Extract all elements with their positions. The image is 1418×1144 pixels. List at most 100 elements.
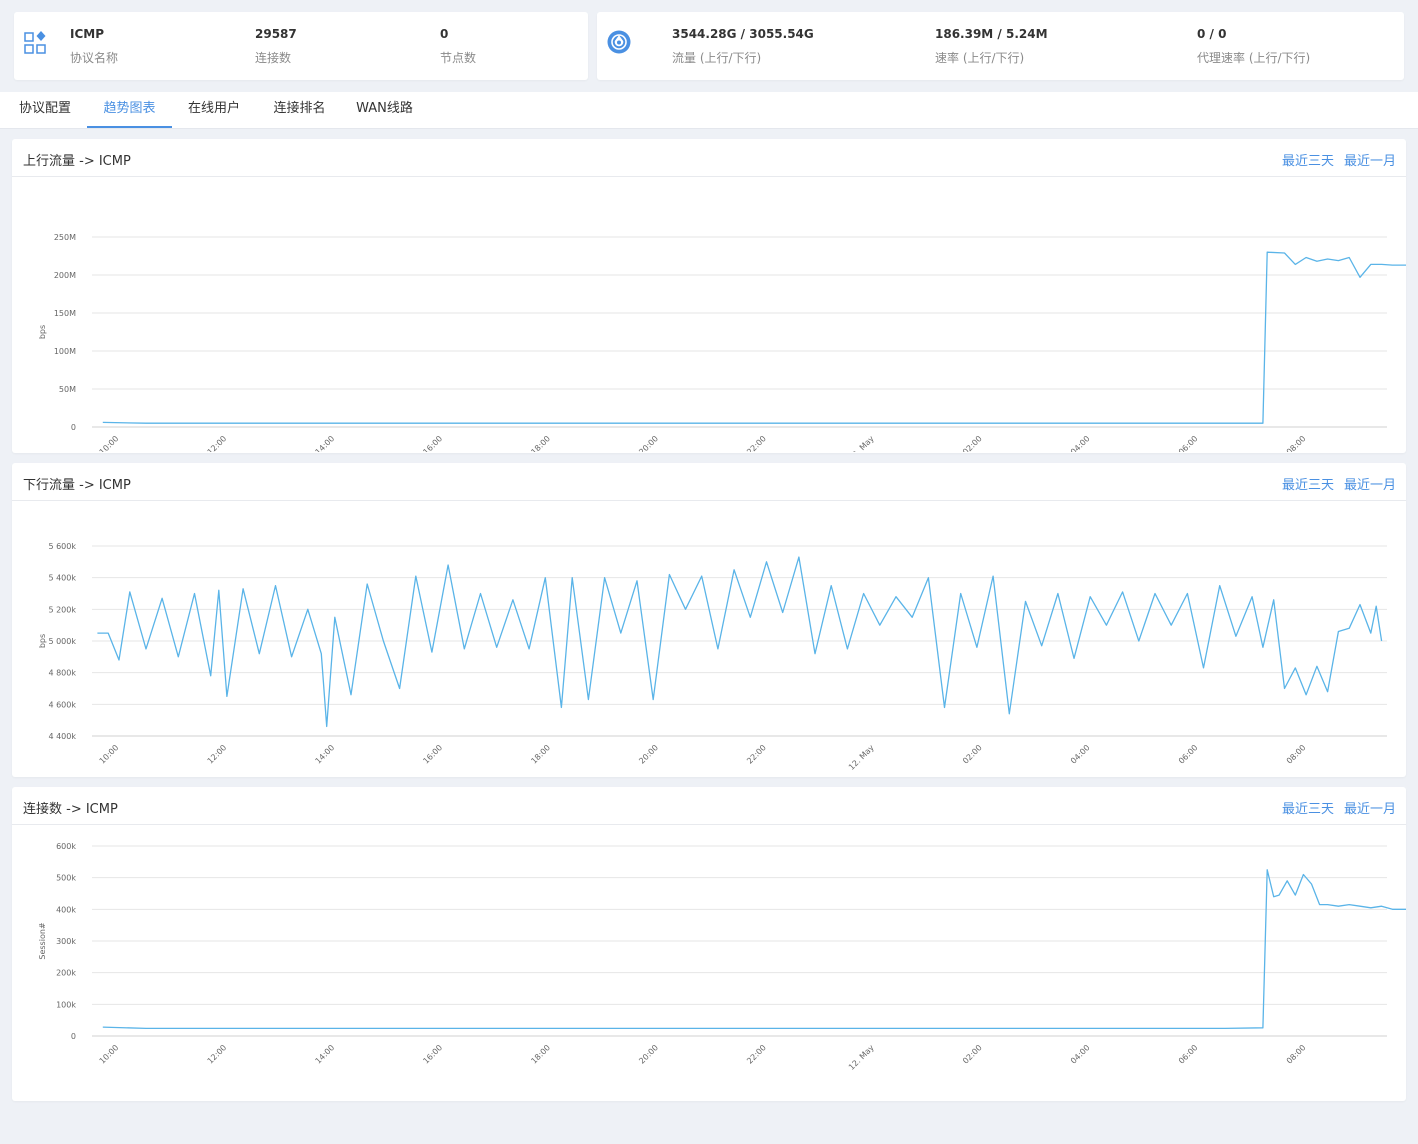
x-tick-label: 16:00 xyxy=(421,1043,444,1066)
y-axis-label: bps xyxy=(38,634,47,648)
x-tick-label: 14:00 xyxy=(314,743,337,766)
x-tick-label: 22:00 xyxy=(745,743,768,766)
traffic-drop-icon xyxy=(607,30,631,54)
x-tick-label: 20:00 xyxy=(637,743,660,766)
x-tick-label: 08:00 xyxy=(1285,434,1308,452)
apps-grid-icon xyxy=(24,31,46,54)
stat-connections: 29587 连接数 xyxy=(255,27,297,65)
last-three-days-link[interactable]: 最近三天 xyxy=(1282,474,1334,493)
y-tick-label: 150M xyxy=(54,309,76,318)
downstream-traffic-chart: 4 400k 4 600k 4 800k 5 000k 5 200k 5 400k 5 60… xyxy=(38,542,1387,772)
stat-value: 0 / 0 xyxy=(1197,27,1227,41)
x-tick: 04:00 xyxy=(1069,1043,1092,1066)
stat-rate: 186.39M / 5.24M 速率 (上行/下行) xyxy=(935,27,1048,65)
x-tick: 02:00 xyxy=(961,743,984,766)
x-tick: 10:00 xyxy=(98,1043,121,1066)
y-tick-label: 0 xyxy=(71,423,76,432)
x-tick: 08:00 xyxy=(1285,743,1308,766)
x-tick-label: 16:00 xyxy=(421,434,444,452)
last-three-days-link[interactable]: 最近三天 xyxy=(1282,798,1334,817)
x-tick-label: 12:00 xyxy=(206,434,229,452)
connections-chart: 0 100k 200k 300k 400k 500k 600k 10:00 12:00 14:00… xyxy=(38,842,1406,1072)
tab-protocol-config[interactable]: 协议配置 xyxy=(8,92,82,128)
x-tick-label: 10:00 xyxy=(98,434,121,452)
last-month-link[interactable]: 最近一月 xyxy=(1344,798,1396,817)
y-axis-label: bps xyxy=(38,325,47,339)
y-tick-label: 4 600k xyxy=(48,700,76,709)
y-tick-label: 250M xyxy=(54,233,76,242)
y-tick-label: 50M xyxy=(59,385,76,394)
x-tick: 12:00 xyxy=(206,1043,229,1066)
x-tick: 02:00 xyxy=(961,434,984,452)
stat-value: 29587 xyxy=(255,27,297,41)
series-line xyxy=(102,251,1406,424)
x-tick: 02:00 xyxy=(961,1043,984,1066)
x-tick-label: 06:00 xyxy=(1177,743,1200,766)
x-tick-label: 12. May xyxy=(847,1043,876,1072)
x-tick-label: 20:00 xyxy=(637,1043,660,1066)
x-tick-label: 12. May xyxy=(847,434,876,452)
x-tick-label: 18:00 xyxy=(529,1043,552,1066)
x-tick: 06:00 xyxy=(1177,434,1200,452)
stat-value: ICMP xyxy=(70,27,105,41)
x-tick: 08:00 xyxy=(1285,1043,1308,1066)
x-tick: 22:00 xyxy=(745,1043,768,1066)
x-tick: 12:00 xyxy=(206,434,229,452)
y-tick-label: 5 000k xyxy=(48,637,76,646)
x-tick: 08:00 xyxy=(1285,434,1308,452)
tab-wan-lines[interactable]: WAN线路 xyxy=(346,92,423,128)
x-tick: 12. May xyxy=(847,743,876,772)
x-tick: 18:00 xyxy=(529,743,552,766)
y-axis-label: Session# xyxy=(38,922,47,960)
stat-label: 速率 (上行/下行) xyxy=(935,51,1025,65)
tab-connection-ranking[interactable]: 连接排名 xyxy=(262,92,337,128)
x-tick-label: 04:00 xyxy=(1069,743,1092,766)
x-tick-label: 02:00 xyxy=(961,434,984,452)
x-tick: 12. May xyxy=(847,1043,876,1072)
last-month-link[interactable]: 最近一月 xyxy=(1344,474,1396,493)
last-month-link[interactable]: 最近一月 xyxy=(1344,150,1396,169)
stat-label: 节点数 xyxy=(440,51,477,65)
x-tick-label: 18:00 xyxy=(529,434,552,452)
panel-title: 下行流量 -> ICMP xyxy=(23,478,131,493)
connections-panel: 连接数 -> ICMP 最近三天 最近一月 0 100k 200k 300k 400k 5… xyxy=(12,787,1406,1101)
tab-trend-charts[interactable]: 趋势图表 xyxy=(87,92,172,128)
y-tick-label: 5 400k xyxy=(48,574,76,583)
x-tick: 18:00 xyxy=(529,1043,552,1066)
x-tick: 22:00 xyxy=(745,743,768,766)
x-tick-label: 20:00 xyxy=(637,434,660,452)
upstream-traffic-chart: 0 50M 100M 150M 200M 250M 10:00 12:00 14:00 16:00… xyxy=(38,233,1406,452)
x-tick: 04:00 xyxy=(1069,434,1092,452)
x-tick-label: 18:00 xyxy=(529,743,552,766)
x-tick-label: 10:00 xyxy=(98,1043,121,1066)
x-tick-label: 14:00 xyxy=(314,1043,337,1066)
y-tick-label: 500k xyxy=(56,874,76,883)
panel-title: 连接数 -> ICMP xyxy=(23,802,118,817)
tab-online-users[interactable]: 在线用户 xyxy=(178,92,250,128)
stat-label: 流量 (上行/下行) xyxy=(672,51,762,65)
protocol-summary-card: ICMP 协议名称 29587 连接数 0 节点数 xyxy=(14,12,588,80)
stat-value: 0 xyxy=(440,27,449,41)
stat-label: 协议名称 xyxy=(70,51,119,65)
traffic-summary-card: 3544.28G / 3055.54G 流量 (上行/下行) 186.39M /… xyxy=(597,12,1404,80)
x-tick-label: 06:00 xyxy=(1177,434,1200,452)
last-three-days-link[interactable]: 最近三天 xyxy=(1282,150,1334,169)
x-tick-label: 02:00 xyxy=(961,1043,984,1066)
panel-header: 下行流量 -> ICMP 最近三天 最近一月 xyxy=(12,463,1406,501)
y-tick-label: 600k xyxy=(56,842,76,851)
x-tick-label: 06:00 xyxy=(1177,1043,1200,1066)
x-tick-label: 12:00 xyxy=(206,743,229,766)
x-tick: 14:00 xyxy=(314,1043,337,1066)
panel-header: 上行流量 -> ICMP 最近三天 最近一月 xyxy=(12,139,1406,177)
stat-protocol-name: ICMP 协议名称 xyxy=(70,27,118,65)
x-tick: 18:00 xyxy=(529,434,552,452)
y-tick-label: 100M xyxy=(54,347,76,356)
stat-proxy-rate: 0 / 0 代理速率 (上行/下行) xyxy=(1197,27,1310,65)
x-tick: 10:00 xyxy=(98,434,121,452)
x-tick-label: 22:00 xyxy=(745,1043,768,1066)
upstream-traffic-panel: 上行流量 -> ICMP 最近三天 最近一月 0 50M 100M 150M 200M 2… xyxy=(12,139,1406,453)
x-tick-label: 08:00 xyxy=(1285,1043,1308,1066)
x-tick: 22:00 xyxy=(745,434,768,452)
stat-label: 代理速率 (上行/下行) xyxy=(1197,51,1311,65)
stat-nodes: 0 节点数 xyxy=(440,27,476,65)
